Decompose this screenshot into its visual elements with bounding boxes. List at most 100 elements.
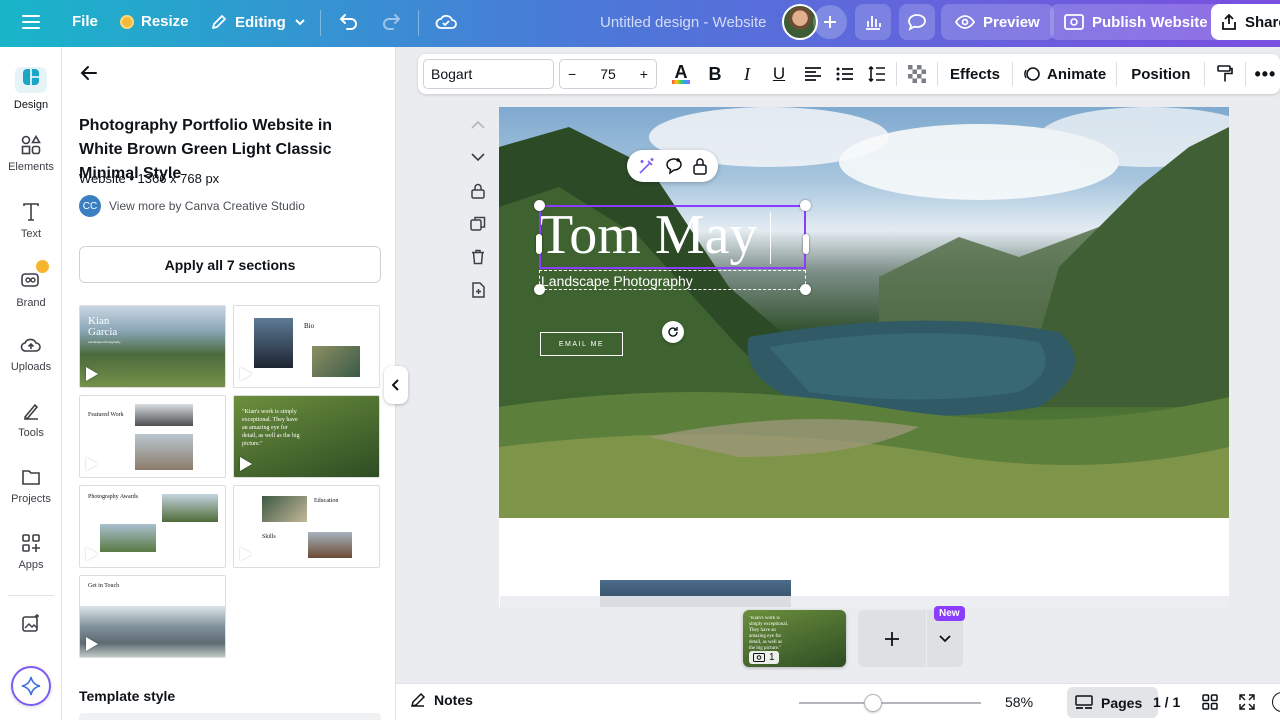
rail-design[interactable]: Design — [0, 67, 62, 111]
insights-button[interactable] — [855, 4, 891, 40]
left-rail: Design Elements Text Brand Uploads Tools… — [0, 47, 62, 720]
add-collaborator-button[interactable] — [813, 5, 847, 39]
pages-button[interactable]: Pages — [1067, 687, 1158, 718]
text-color-button[interactable]: A — [668, 63, 694, 84]
creator-link[interactable]: View more by Canva Creative Studio — [109, 199, 305, 213]
thumb-hero-name: Kian Garcia — [88, 315, 118, 338]
editing-dropdown[interactable]: Editing — [210, 13, 307, 31]
lock-icon[interactable] — [466, 174, 490, 207]
add-comment-icon[interactable] — [665, 157, 683, 175]
menu-icon[interactable] — [22, 13, 40, 31]
thumb-hero-sub: Landscape Photography — [88, 340, 121, 344]
rail-magic-media[interactable] — [0, 613, 62, 639]
bold-button[interactable]: B — [702, 64, 728, 85]
resize-handle[interactable] — [800, 200, 811, 211]
rail-apps[interactable]: Apps — [0, 533, 62, 571]
magic-edit-icon[interactable] — [638, 157, 656, 175]
chevron-down-icon[interactable] — [466, 141, 490, 174]
rotate-handle[interactable] — [662, 321, 684, 343]
file-menu[interactable]: File — [72, 13, 98, 30]
redo-icon[interactable] — [380, 11, 402, 36]
rail-elements[interactable]: Elements — [0, 135, 62, 173]
color-bar — [672, 80, 690, 84]
rail-tools[interactable]: Tools — [0, 401, 62, 439]
zoom-slider-track[interactable] — [799, 702, 981, 704]
effects-button[interactable]: Effects — [944, 66, 1006, 83]
resize-button[interactable]: Resize — [120, 13, 189, 30]
thumb-play-icon — [240, 457, 252, 471]
rail-uploads[interactable]: Uploads — [0, 335, 62, 373]
share-button[interactable]: Share — [1211, 4, 1280, 40]
lock-icon[interactable] — [692, 157, 708, 175]
rail-projects[interactable]: Projects — [0, 467, 62, 505]
section-thumbnail-bio[interactable]: Bio — [233, 305, 380, 388]
preview-button[interactable]: Preview — [941, 4, 1054, 40]
zoom-value[interactable]: 58% — [1005, 694, 1033, 710]
resize-handle[interactable] — [800, 284, 811, 295]
page-thumbnail[interactable]: "Kian's work is simply exceptional. They… — [743, 610, 846, 667]
zoom-slider-thumb[interactable] — [863, 694, 882, 712]
duplicate-icon[interactable] — [466, 207, 490, 240]
chevron-up-icon[interactable] — [466, 108, 490, 141]
divider — [1116, 62, 1118, 86]
side-handle[interactable] — [803, 234, 809, 254]
thumb-play-icon — [240, 547, 252, 561]
underline-button[interactable]: U — [766, 64, 792, 84]
section-thumbnail-awards[interactable]: Photography Awards — [79, 485, 226, 568]
section-thumbnail-featured[interactable]: Featured Work — [79, 395, 226, 478]
email-me-button[interactable]: EMAIL ME — [540, 332, 623, 356]
animate-button[interactable]: Animate — [1019, 65, 1110, 83]
notes-button[interactable]: Notes — [410, 692, 473, 708]
plus-icon — [824, 16, 836, 28]
section-thumbnail-education[interactable]: Education Skills — [233, 485, 380, 568]
crown-icon — [36, 260, 49, 273]
editing-label: Editing — [235, 13, 286, 31]
page-count[interactable]: 1 / 1 — [1153, 694, 1180, 710]
sparkle-icon — [21, 676, 41, 696]
side-handle[interactable] — [536, 234, 542, 254]
pages-label: Pages — [1101, 694, 1143, 711]
position-button[interactable]: Position — [1123, 66, 1198, 83]
grid-view-icon[interactable] — [1202, 694, 1218, 715]
website-page-icon — [753, 653, 765, 662]
back-arrow-icon[interactable] — [80, 65, 98, 86]
apply-sections-button[interactable]: Apply all 7 sections — [79, 246, 381, 283]
list-icon[interactable] — [832, 67, 858, 81]
comment-button[interactable] — [899, 4, 935, 40]
divider — [896, 62, 897, 86]
website-page: Tom May Landscape Photography EMAIL ME — [499, 107, 1229, 607]
collapse-panel-button[interactable] — [384, 366, 408, 404]
help-icon[interactable] — [1272, 692, 1280, 712]
paint-roller-icon[interactable] — [1211, 65, 1239, 83]
publish-website-button[interactable]: Publish Website — [1050, 4, 1222, 40]
hero-image[interactable] — [499, 107, 1229, 518]
website-icon — [1064, 14, 1084, 30]
more-options-icon[interactable]: ••• — [1252, 64, 1278, 85]
rail-brand[interactable]: Brand — [0, 260, 62, 309]
italic-button[interactable]: I — [734, 64, 760, 85]
transparency-icon[interactable] — [903, 65, 931, 83]
cloud-save-icon[interactable] — [434, 11, 458, 36]
font-size-value[interactable]: 75 — [600, 66, 616, 82]
align-icon[interactable] — [800, 67, 826, 81]
animate-icon — [1024, 67, 1040, 81]
add-page-button[interactable] — [858, 610, 926, 667]
decrease-font-size-button[interactable]: − — [568, 66, 576, 82]
increase-font-size-button[interactable]: + — [640, 66, 648, 82]
apps-icon — [22, 534, 40, 552]
undo-icon[interactable] — [338, 11, 360, 36]
add-page-icon[interactable] — [466, 273, 490, 306]
resize-handle[interactable] — [534, 284, 545, 295]
spacing-icon[interactable] — [864, 66, 890, 82]
trash-icon[interactable] — [466, 240, 490, 273]
resize-handle[interactable] — [534, 200, 545, 211]
section-thumbnail-hero[interactable]: Kian Garcia Landscape Photography — [79, 305, 226, 388]
section-thumbnail-contact[interactable]: Get in Touch — [79, 575, 226, 658]
font-selector[interactable]: Bogart — [423, 59, 554, 89]
thumb-skills-heading: Skills — [262, 534, 276, 540]
magic-assistant-button[interactable] — [11, 666, 51, 706]
rail-text[interactable]: Text — [0, 202, 62, 240]
fullscreen-icon[interactable] — [1239, 694, 1255, 715]
document-title[interactable]: Untitled design - Website — [600, 14, 766, 31]
section-thumbnail-testimonial[interactable]: "Kian's work is simply exceptional. They… — [233, 395, 380, 478]
